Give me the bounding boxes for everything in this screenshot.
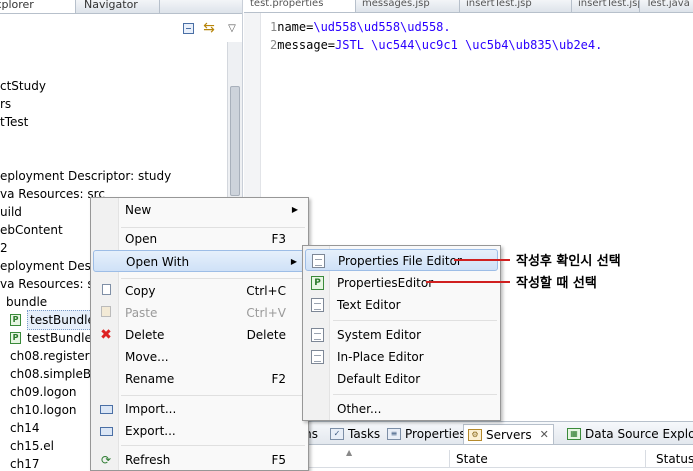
menu-item-in-place-editor[interactable]: In-Place Editor — [305, 346, 498, 368]
column-header-state[interactable]: State — [456, 450, 488, 468]
submenu-arrow-icon: ▶ — [290, 257, 297, 266]
menu-item-import[interactable]: Import... — [93, 398, 306, 420]
explorer-tab-bar: Explorer Navigator — [0, 0, 242, 14]
document-icon — [312, 254, 325, 268]
copy-icon — [98, 284, 114, 298]
property-value: \ud558\ud558\ud558. — [313, 20, 451, 34]
property-key: name= — [277, 20, 314, 34]
editor-tab[interactable]: messages.jsp — [356, 0, 460, 12]
menu-item-propertieseditor[interactable]: P PropertiesEditor — [305, 272, 498, 294]
view-menu-icon[interactable]: ▽ — [224, 20, 240, 36]
code-line-1[interactable]: 1name=\ud558\ud558\ud558. — [270, 18, 451, 36]
annotation-line — [426, 281, 510, 283]
collapse-all-icon[interactable] — [180, 20, 196, 36]
tree-item-bundle[interactable]: bundle — [6, 293, 47, 311]
editor-tab[interactable]: Test.java — [640, 0, 693, 12]
import-icon — [98, 402, 114, 416]
menu-separator — [121, 278, 305, 279]
properties-file-icon: P — [10, 332, 21, 344]
tab-properties[interactable]: ≡ Properties — [387, 425, 466, 443]
annotation-line — [454, 259, 510, 261]
menu-item-text-editor[interactable]: Text Editor — [305, 294, 498, 316]
menu-item-other[interactable]: Other... — [305, 398, 498, 420]
menu-item-default-editor[interactable]: Default Editor — [305, 368, 498, 390]
menu-separator — [121, 445, 305, 446]
tab-navigator[interactable]: Navigator — [80, 0, 160, 13]
bottom-tab-bar: ms ✓Tasks ≡Properties ⚙Servers✕ ▦Data So… — [300, 422, 693, 445]
tasks-icon: ✓ — [330, 428, 344, 440]
tree-item-package[interactable]: ch17 — [10, 455, 39, 471]
menu-item-paste[interactable]: Paste Ctrl+V — [93, 302, 306, 324]
property-value: JSTL \uc544\uc9c1 \uc5b4\ub835\ub2e4. — [335, 38, 603, 52]
submenu-arrow-icon: ▶ — [291, 205, 298, 214]
delete-icon: ✖ — [100, 327, 112, 343]
annotation-label: 작성후 확인시 선택 — [516, 254, 621, 269]
close-icon[interactable]: ✕ — [540, 426, 549, 444]
scrollbar-thumb[interactable] — [230, 86, 240, 196]
menu-item-delete[interactable]: ✖ Delete Delete — [93, 324, 306, 346]
menu-item-new[interactable]: New ▶ — [93, 199, 306, 221]
editor-tab-active[interactable]: test.properties — [244, 0, 356, 12]
annotation-label: 작성할 때 선택 — [516, 276, 597, 291]
servers-table-header: ▲ State Status — [300, 448, 693, 468]
refresh-icon: ⟳ — [100, 453, 112, 467]
context-menu: New ▶ Open F3 Open With ▶ Copy Ctrl+C Pa… — [90, 197, 309, 471]
column-header-server[interactable]: ▲ — [300, 448, 450, 468]
tree-item-package[interactable]: ch14 — [10, 419, 39, 437]
tab-servers[interactable]: ⚙ Servers ✕ — [463, 424, 554, 444]
menu-item-refresh[interactable]: ⟳ Refresh F5 — [93, 449, 306, 471]
link-with-editor-icon[interactable]: ⇆ — [201, 20, 217, 36]
tree-item[interactable]: ebContent — [0, 221, 63, 239]
export-icon — [98, 424, 114, 438]
column-divider — [645, 450, 646, 468]
servers-icon: ⚙ — [468, 428, 482, 441]
menu-item-open-with[interactable]: Open With ▶ — [93, 250, 306, 272]
properties-editor-icon: P — [311, 276, 324, 290]
tree-item-package[interactable]: ch08.simpleBe — [10, 365, 99, 383]
tab-data-source-explorer[interactable]: ▦ Data Source Explor — [567, 425, 693, 443]
column-header-status[interactable]: Status — [656, 450, 693, 468]
document-icon — [311, 328, 324, 342]
editor-tab[interactable]: insertTest.jsp — [460, 0, 572, 12]
menu-item-rename[interactable]: Rename F2 — [93, 368, 306, 390]
menu-item-copy[interactable]: Copy Ctrl+C — [93, 280, 306, 302]
properties-file-icon: P — [10, 314, 21, 326]
explorer-toolbar: ⇆ ▽ — [0, 14, 242, 42]
menu-item-system-editor[interactable]: System Editor — [305, 324, 498, 346]
tree-item-package[interactable]: ch08.register — [10, 347, 90, 365]
tree-item-package[interactable]: ch09.logon — [10, 383, 77, 401]
tree-item-testbundle[interactable]: P testBundle. — [10, 329, 96, 347]
property-key: message= — [277, 38, 336, 52]
paste-icon — [98, 306, 114, 320]
document-icon — [311, 298, 324, 312]
menu-separator — [333, 394, 497, 395]
tree-item[interactable]: 2 — [0, 239, 8, 257]
menu-separator — [333, 320, 497, 321]
editor-tab-bar: test.properties messages.jsp insertTest.… — [244, 0, 693, 13]
open-with-submenu: Properties File Editor P PropertiesEdito… — [302, 245, 501, 421]
properties-icon: ≡ — [387, 428, 401, 440]
menu-item-export[interactable]: Export... — [93, 420, 306, 442]
menu-item-move[interactable]: Move... — [93, 346, 306, 368]
sort-icon: ▲ — [346, 448, 353, 457]
bottom-views-panel: ms ✓Tasks ≡Properties ⚙Servers✕ ▦Data So… — [300, 421, 693, 471]
tree-item[interactable]: ctStudy — [0, 77, 46, 95]
tree-item-package[interactable]: ch10.logon — [10, 401, 77, 419]
editor-tab[interactable]: insertTest.jsp — [572, 0, 640, 12]
code-line-2[interactable]: 2message=JSTL \uc544\uc9c1 \uc5b4\ub835\… — [270, 36, 602, 54]
tree-item-package[interactable]: ch15.el — [10, 437, 54, 455]
menu-separator — [121, 395, 305, 396]
tree-item[interactable]: tTest — [0, 113, 28, 131]
menu-item-open[interactable]: Open F3 — [93, 228, 306, 250]
data-source-icon: ▦ — [567, 428, 581, 440]
tab-tasks[interactable]: ✓ Tasks — [330, 425, 380, 443]
tree-item[interactable]: uild — [0, 203, 22, 221]
tree-item[interactable]: rs — [0, 95, 11, 113]
tab-package-explorer[interactable]: Explorer — [0, 0, 76, 13]
tree-item[interactable]: eployment Descriptor: study — [0, 167, 171, 185]
document-icon — [311, 350, 324, 364]
